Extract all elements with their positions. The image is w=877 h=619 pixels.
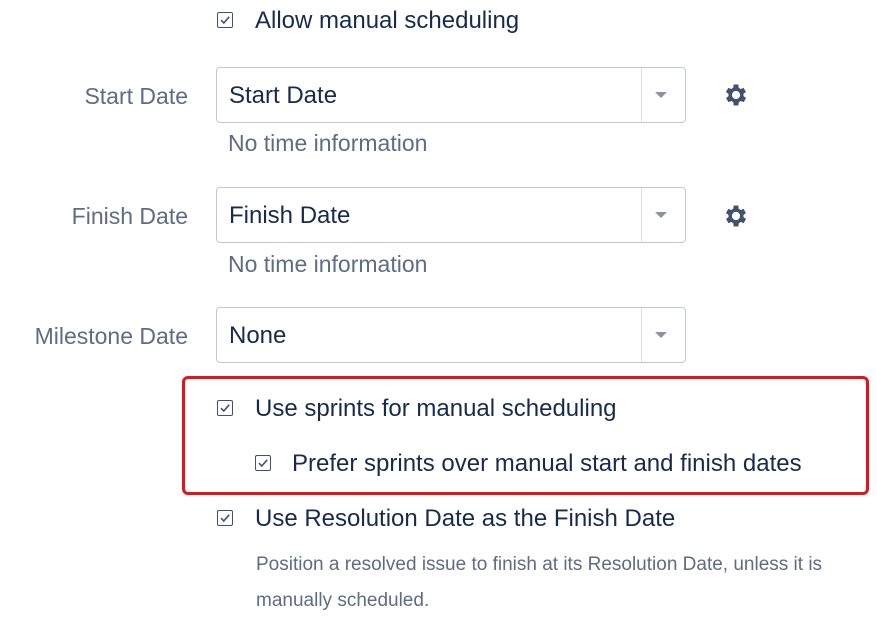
chevron-down-icon[interactable] [655, 92, 667, 98]
allow-manual-scheduling-checkbox[interactable] [217, 12, 233, 28]
use-sprints-checkbox[interactable] [217, 400, 233, 416]
chevron-down-icon[interactable] [655, 212, 667, 218]
gear-icon[interactable] [722, 81, 750, 109]
prefer-sprints-checkbox[interactable] [255, 455, 271, 471]
start-date-hint: No time information [228, 130, 428, 156]
chevron-down-icon[interactable] [655, 332, 667, 338]
checkmark-icon [220, 404, 230, 413]
use-resolution-date-checkbox[interactable] [217, 510, 233, 526]
allow-manual-scheduling-label: Allow manual scheduling [255, 7, 520, 34]
start-date-select[interactable]: Start Date [216, 67, 686, 123]
prefer-sprints-label: Prefer sprints over manual start and fin… [292, 450, 802, 477]
finish-date-hint: No time information [228, 251, 428, 277]
milestone-date-select[interactable]: None [216, 307, 686, 363]
checkmark-icon [220, 16, 230, 25]
checkmark-icon [258, 459, 268, 468]
finish-date-label: Finish Date [71, 203, 188, 229]
milestone-date-select-value: None [229, 322, 287, 349]
use-resolution-date-description: Position a resolved issue to finish at i… [256, 554, 823, 611]
finish-date-select[interactable]: Finish Date [216, 187, 686, 243]
gear-icon[interactable] [722, 202, 750, 230]
start-date-select-value: Start Date [229, 82, 338, 109]
use-sprints-label: Use sprints for manual scheduling [255, 395, 617, 422]
finish-date-select-value: Finish Date [229, 202, 351, 229]
checkmark-icon [220, 514, 230, 523]
select-divider [641, 188, 642, 242]
select-divider [641, 308, 642, 362]
start-date-label: Start Date [84, 83, 188, 109]
use-resolution-date-label: Use Resolution Date as the Finish Date [255, 505, 676, 532]
milestone-date-label: Milestone Date [34, 323, 188, 349]
select-divider [641, 68, 642, 122]
